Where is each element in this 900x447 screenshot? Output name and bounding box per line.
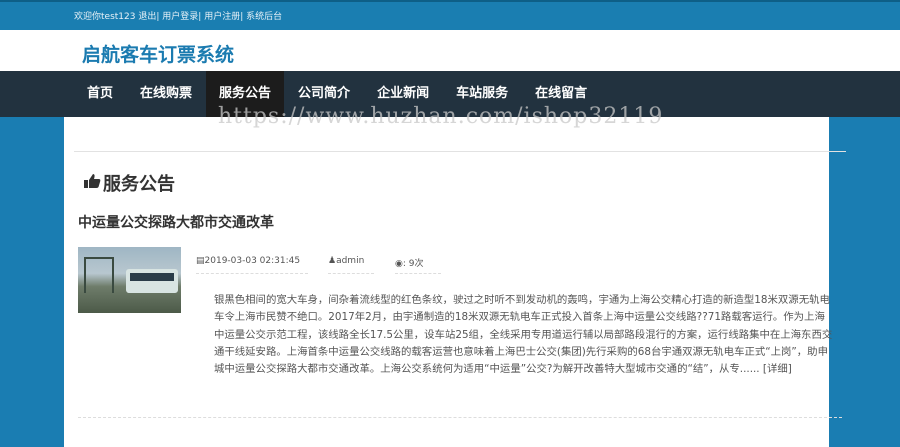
section-title: 服务公告 (103, 174, 175, 195)
article-date: ▤2019-03-03 02:31:45 (196, 256, 308, 274)
login-link[interactable]: 用户登录 (162, 12, 198, 22)
article-summary: 银黑色相间的宽大车身，间杂着流线型的红色条纹，驶过之时听不到发动机的轰鸣，宇通为… (214, 294, 833, 376)
nav-home[interactable]: 首页 (74, 71, 126, 117)
separator: | (198, 12, 202, 22)
article-title[interactable]: 中运量公交探路大都市交通改革 (78, 212, 274, 232)
header: 启航客车订票系统 (0, 30, 900, 71)
article-thumbnail[interactable] (78, 247, 181, 313)
article-author: ♟admin (328, 256, 374, 274)
article-views: ◉: 9次 (395, 256, 441, 274)
calendar-icon: ▤ (196, 256, 205, 266)
logout-link[interactable]: 退出 (138, 12, 156, 22)
divider (74, 151, 846, 152)
welcome-text: 欢迎你test123 (74, 12, 136, 22)
divider (78, 417, 842, 418)
top-bar: 欢迎你test123 退出| 用户登录| 用户注册| 系统后台 (0, 0, 900, 30)
separator: | (240, 12, 244, 22)
admin-link[interactable]: 系统后台 (246, 12, 282, 22)
eye-icon: ◉ (395, 259, 403, 269)
thumbs-up-icon (84, 173, 101, 194)
user-icon: ♟ (328, 256, 337, 266)
nav-buy-tickets[interactable]: 在线购票 (127, 71, 205, 117)
separator: | (156, 12, 160, 22)
section-heading: 服务公告 (84, 170, 175, 196)
read-more-link[interactable]: [详细] (763, 363, 792, 375)
watermark: https://www.huzhan.com/ishop32119 (218, 104, 664, 129)
site-logo[interactable]: 启航客车订票系统 (82, 40, 234, 67)
register-link[interactable]: 用户注册 (204, 12, 240, 22)
